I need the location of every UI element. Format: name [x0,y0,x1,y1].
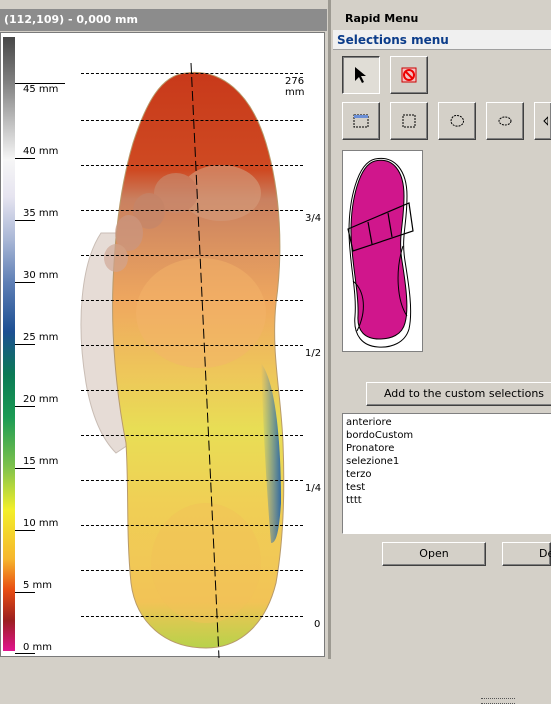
guide-label-half: 1/2 [305,348,322,359]
guide-label-length: 276 mm [285,76,305,98]
guide-line [81,345,303,346]
list-item[interactable]: tttt [346,494,551,507]
rectangle-select-button[interactable] [390,102,428,140]
scale-tick [15,282,35,283]
guide-line [81,73,303,74]
band-select-icon [353,114,369,128]
scale-label: 10 mm [23,518,59,529]
pointer-tool-button[interactable] [342,56,380,94]
guide-line [81,210,303,211]
scale-tick [15,158,35,159]
scale-tick [15,530,35,531]
list-item[interactable]: anteriore [346,416,551,429]
scale-label: 30 mm [23,270,59,281]
rapid-menu-panel: Rapid Menu Selections menu Add to the cu… [331,0,551,704]
more-tools-button[interactable] [534,102,551,140]
guide-line [81,300,303,301]
cursor-arrow-icon [355,67,366,83]
open-button[interactable]: Open [382,542,486,566]
delete-button[interactable]: De [502,542,551,566]
ellipse-select-button[interactable] [486,102,524,140]
insole-preview[interactable] [342,150,423,352]
guide-line [81,255,303,256]
guide-label-quarter: 1/4 [305,483,322,494]
guide-line [81,616,303,617]
scale-label: 15 mm [23,456,59,467]
guide-label-zero: 0 [314,619,321,630]
heel-region [151,503,261,623]
selections-panel: Add to the custom selections anteriore b… [333,50,551,704]
ellipse-select-icon [498,116,512,126]
foot-scan-canvas[interactable]: 45 mm 40 mm 35 mm 30 mm 25 mm 20 mm 15 m… [0,32,325,658]
scale-tick [15,653,35,654]
scale-label: 20 mm [23,394,59,405]
list-item[interactable]: selezione1 [346,455,551,468]
scale-label: 40 mm [23,146,59,157]
selections-menu-title[interactable]: Selections menu [333,30,551,50]
foot-pressure-map [80,63,285,658]
clear-selection-button[interactable] [390,56,428,94]
pressure-viewer-panel: (112,109) - 0,000 mm 45 mm 40 mm 35 mm 3… [0,0,327,659]
scale-label: 35 mm [23,208,59,219]
resize-grip-icon[interactable] [481,698,515,704]
no-selection-icon [401,67,417,83]
scale-label: 5 mm [23,580,53,591]
guide-line [81,480,303,481]
freehand-select-button[interactable] [438,102,476,140]
list-item[interactable]: terzo [346,468,551,481]
guide-line [81,165,303,166]
rapid-menu-title: Rapid Menu [333,9,551,29]
list-item[interactable]: test [346,481,551,494]
scale-tick [15,344,35,345]
list-item[interactable]: Pronatore [346,442,551,455]
custom-selections-list[interactable]: anteriore bordoCustom Pronatore selezion… [342,413,551,534]
scale-tick [15,592,35,593]
lasso-select-icon [450,115,464,127]
guide-line [81,390,303,391]
scale-tick [15,468,35,469]
insole-diagram [347,157,414,348]
color-scale-bar [3,37,15,651]
guide-label-three-quarter: 3/4 [305,213,322,224]
scale-label: 45 mm [23,84,59,95]
scale-label: 25 mm [23,332,59,343]
guide-line [81,120,303,121]
scale-tick [15,220,35,221]
band-select-button[interactable] [342,102,380,140]
scale-tick [15,406,35,407]
guide-line [81,570,303,571]
list-item[interactable]: bordoCustom [346,429,551,442]
coordinate-readout: (112,109) - 0,000 mm [0,9,327,31]
guide-line [81,525,303,526]
partial-tool-icon [543,116,548,126]
rectangle-select-icon [402,114,416,128]
guide-line [81,435,303,436]
add-to-custom-selections-button[interactable]: Add to the custom selections [366,382,551,406]
scale-label: 0 mm [23,642,53,653]
